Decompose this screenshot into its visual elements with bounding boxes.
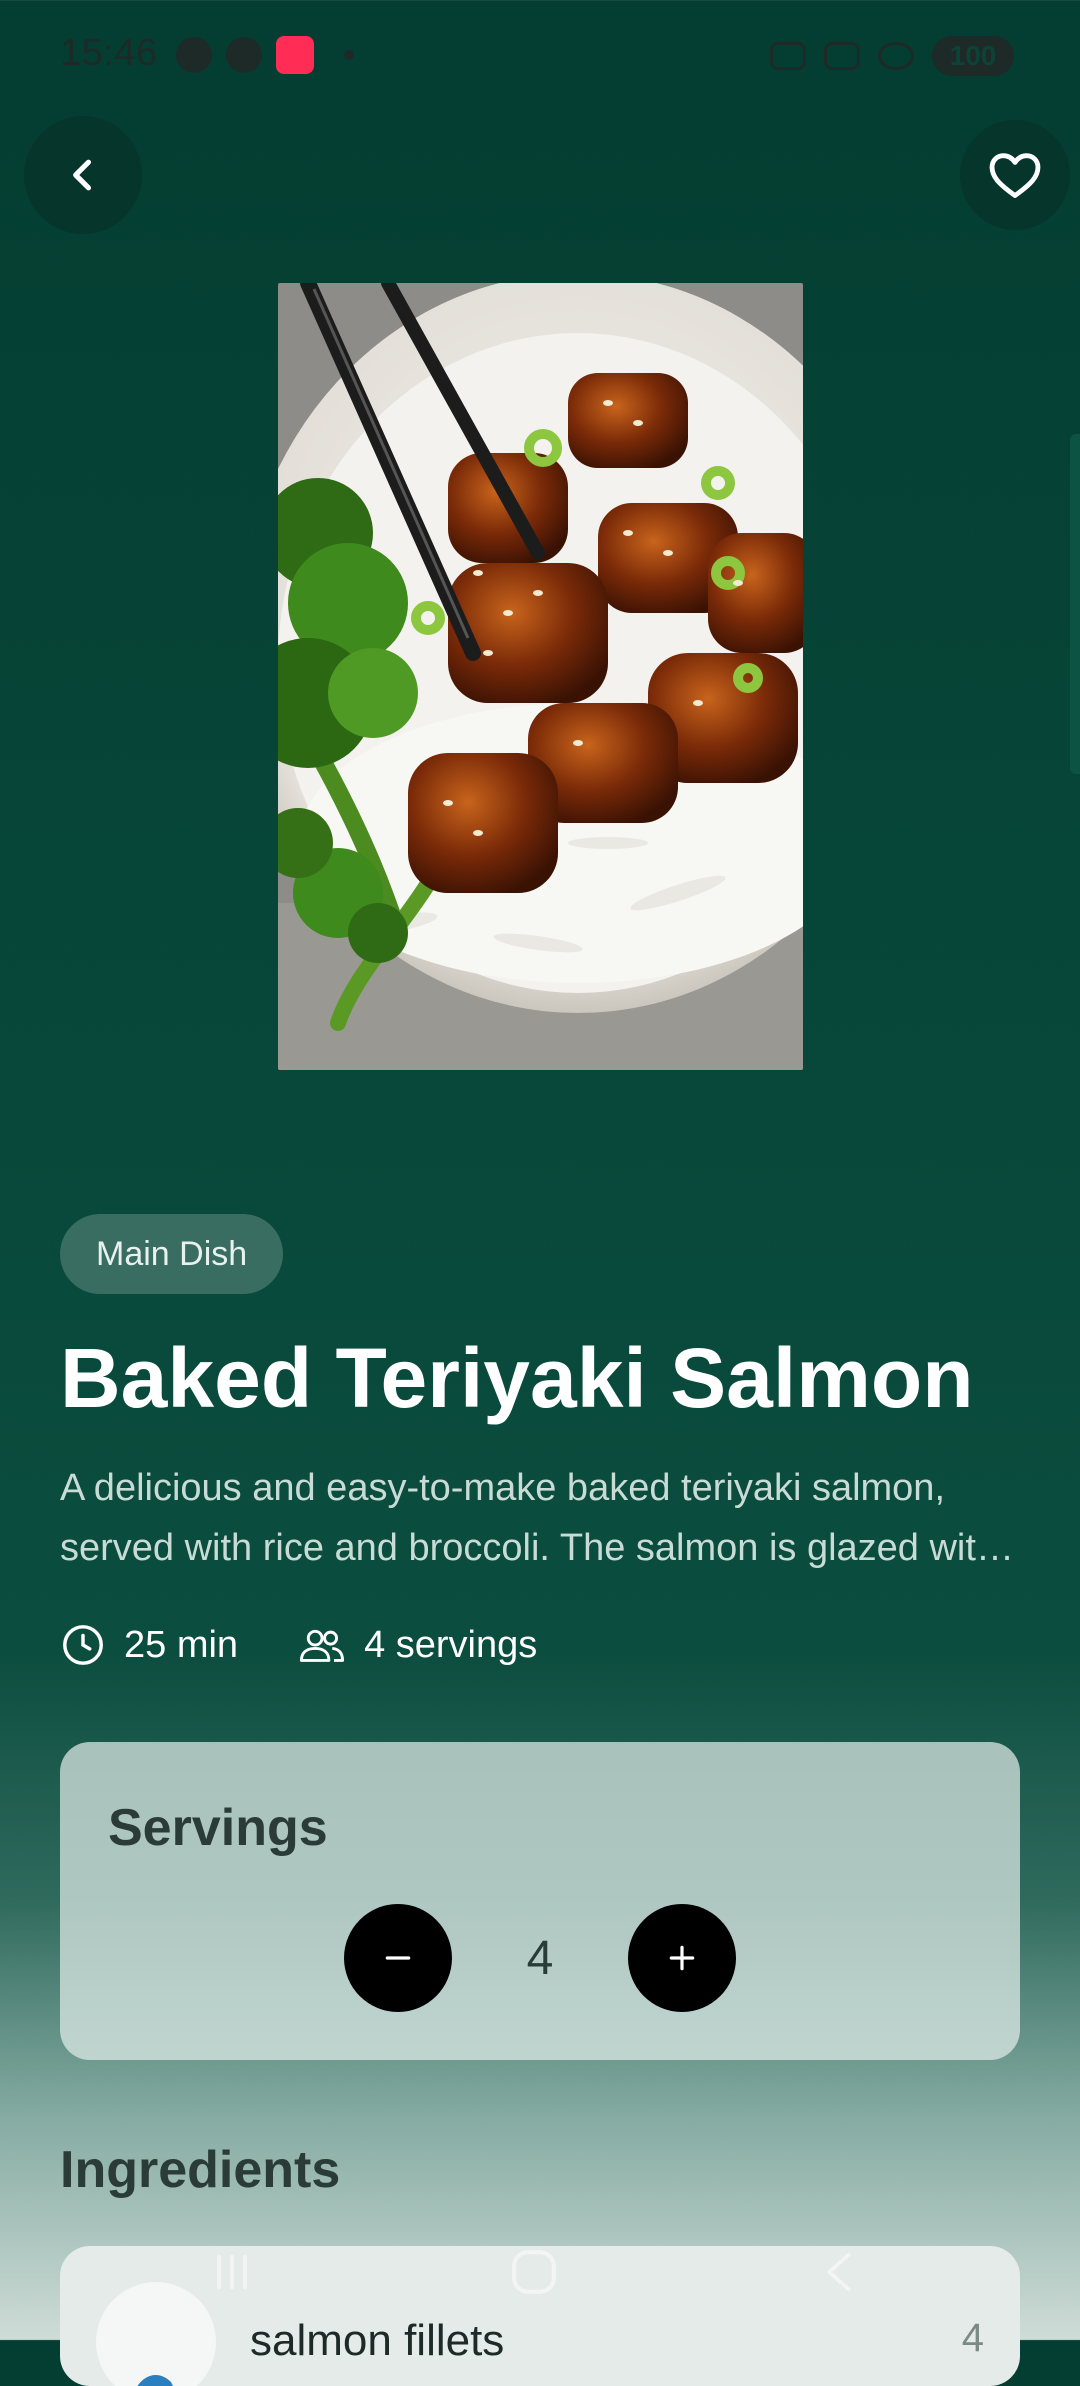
increase-servings-button[interactable] (628, 1904, 736, 2012)
status-bar: 15:46 100 (0, 0, 1080, 110)
recipe-meta: 25 min 4 servings (60, 1622, 537, 1668)
system-navigation-bar (0, 2230, 1080, 2320)
wifi-icon (824, 42, 860, 70)
chevron-left-icon (73, 159, 92, 191)
minus-icon (385, 1956, 411, 1960)
servings-count: 4 (526, 1931, 554, 1985)
battery-indicator: 100 (932, 36, 1014, 76)
servings-info: 4 servings (298, 1624, 537, 1667)
system-back-button[interactable] (810, 2242, 870, 2302)
ingredients-title: Ingredients (60, 2141, 341, 2199)
back-triangle-icon (827, 2252, 851, 2292)
cook-time-label: 25 min (124, 1623, 239, 1666)
wechat-icon (176, 37, 212, 73)
servings-title: Servings (108, 1799, 328, 1857)
do-not-disturb-icon (878, 42, 914, 70)
fish-shape (137, 2374, 173, 2386)
notification-icons (176, 36, 354, 74)
servings-card: Servings 4 (60, 1742, 1020, 2060)
cook-time: 25 min (60, 1622, 238, 1668)
key-icon (770, 42, 806, 70)
plus-icon (669, 1945, 695, 1971)
clock-icon (63, 1625, 103, 1665)
recipe-description: A delicious and easy-to-make baked teriy… (60, 1467, 998, 1569)
recents-button[interactable] (202, 2242, 262, 2302)
system-icons: 100 (770, 36, 1014, 76)
scrollbar[interactable] (1070, 434, 1080, 774)
people-icon (300, 1629, 345, 1662)
recipe-title: Baked Teriyaki Salmon (60, 1331, 974, 1425)
home-button[interactable] (504, 2242, 564, 2302)
home-icon (512, 2250, 556, 2294)
ingredient-name: salmon fillets (250, 2316, 505, 2365)
recipe-image (278, 283, 803, 1070)
more-notifications-dot-icon (344, 50, 354, 60)
app-notification-icon (276, 36, 314, 74)
ingredient-quantity: 4 (961, 2316, 984, 2360)
teriyaki-salmon-photo (278, 283, 803, 1070)
servings-info-label: 4 servings (364, 1623, 538, 1666)
heart-outline-icon (989, 153, 1041, 198)
browser-icon (226, 37, 262, 73)
servings-stepper: 4 (344, 1904, 736, 2012)
back-button[interactable] (24, 116, 142, 234)
status-time: 15:46 (60, 32, 158, 74)
recents-icon (217, 2254, 247, 2290)
decrease-servings-button[interactable] (344, 1904, 452, 2012)
category-chip[interactable]: Main Dish (60, 1214, 284, 1294)
favorite-button[interactable] (960, 120, 1070, 230)
